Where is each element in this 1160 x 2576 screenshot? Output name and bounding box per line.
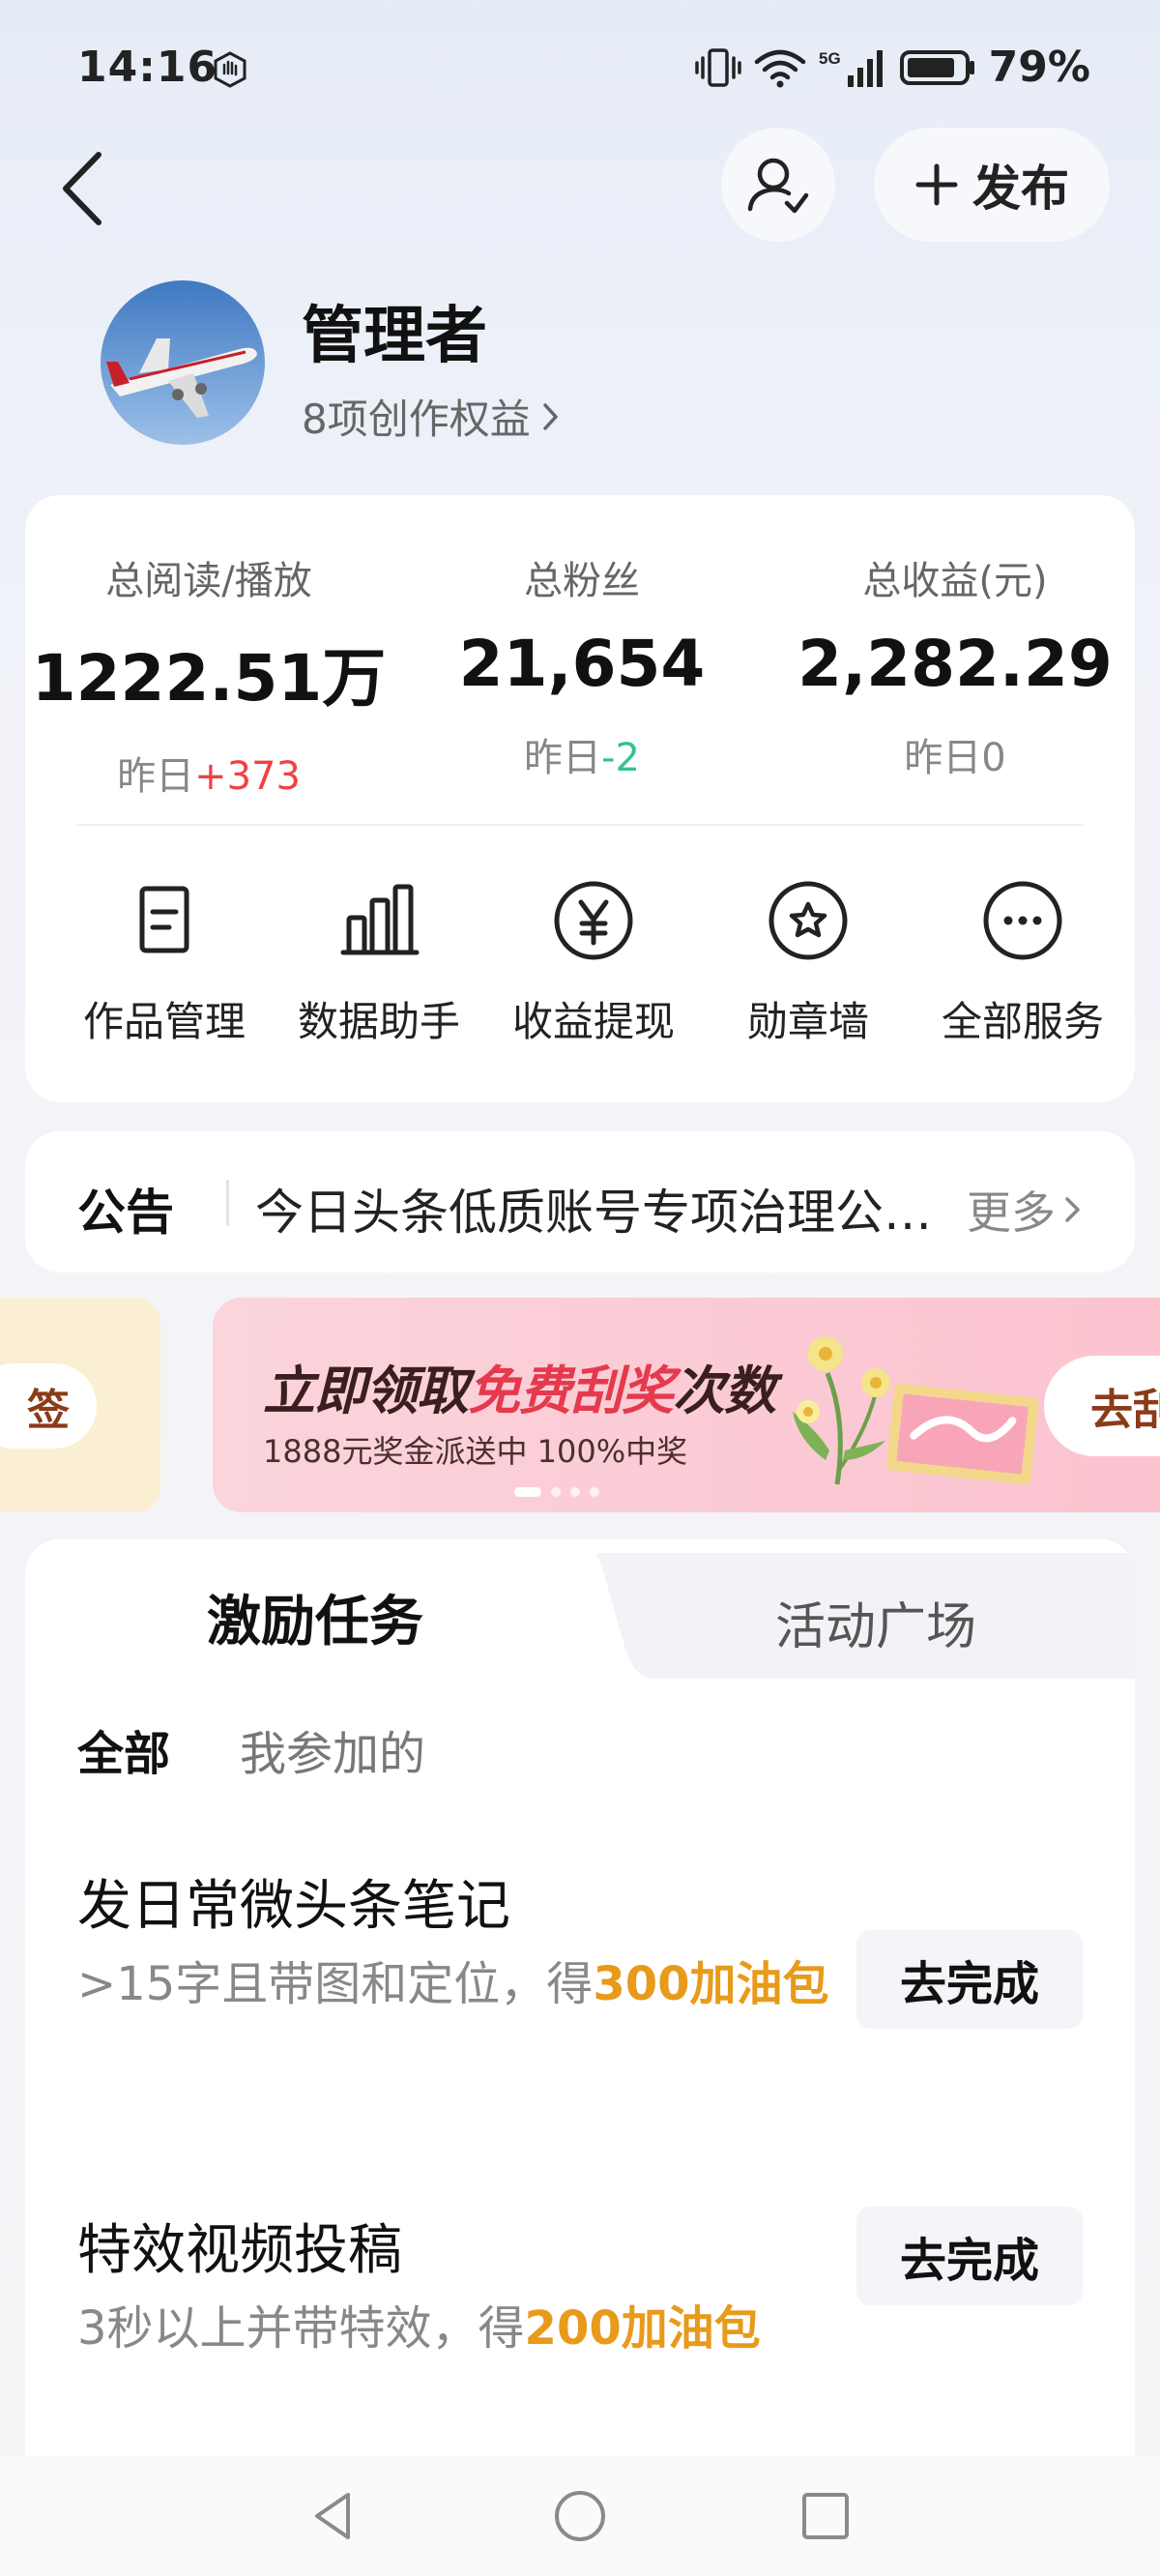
stat-change: 0 (981, 736, 1006, 780)
nav-home-icon[interactable] (549, 2485, 611, 2547)
service-all-services[interactable]: 全部服务 (916, 877, 1129, 1048)
tab-incentive-tasks[interactable]: 激励任务 (25, 1578, 605, 1656)
task-description: 3秒以上并带特效，得200加油包 (77, 2301, 761, 2356)
medal-icon (768, 881, 848, 960)
more-link[interactable]: 更多 (967, 1178, 1083, 1242)
nav-recents-icon[interactable] (795, 2485, 856, 2547)
status-bar: 14:16 5G 79% (0, 0, 1160, 135)
banner-scratch-lottery[interactable]: 立即领取免费刮奖次数 1888元奖金派送中 100%中奖 去刮 (213, 1298, 1160, 1512)
tasks-card: 激励任务 活动广场 全部 我参加的 发日常微头条笔记 >15字且带图和定位，得3… (25, 1539, 1135, 2576)
carousel-dot (551, 1487, 561, 1497)
stat-yesterday: 昨日0 (904, 736, 1006, 780)
chevron-right-icon (1065, 1197, 1080, 1222)
scratch-cta-button[interactable]: 去刮 (1044, 1356, 1160, 1456)
flower-ticket-illustration (793, 1336, 1039, 1485)
publish-button[interactable]: 发布 (874, 128, 1110, 242)
stat-reads[interactable]: 总阅读/播放 1222.51万 昨日+373 (25, 549, 392, 801)
task-reward: 300加油包 (593, 1957, 829, 2011)
stat-yesterday: 昨日+373 (117, 754, 301, 799)
service-data-assistant[interactable]: 数据助手 (273, 877, 485, 1048)
banner-highlight: 免费刮奖 (468, 1361, 674, 1421)
battery-percent: 79% (988, 43, 1090, 92)
carousel-dot (590, 1487, 599, 1497)
nav-back-icon[interactable] (304, 2485, 365, 2547)
user-check-icon (747, 158, 809, 214)
chevron-right-icon (542, 402, 558, 430)
announcement-bar[interactable]: 公告 今日头条低质账号专项治理公… 更多 (25, 1131, 1135, 1273)
more-label: 更多 (967, 1186, 1056, 1239)
announcement-text[interactable]: 今日头条低质账号专项治理公… (255, 1174, 951, 1244)
task-item: 发日常微头条笔记 >15字且带图和定位，得300加油包 去完成 (77, 1862, 1083, 2029)
stat-value: 1222.51万 (31, 641, 387, 716)
user-name: 管理者 (302, 301, 487, 372)
service-label: 作品管理 (82, 998, 246, 1045)
banner-subtitle: 1888元奖金派送中 100%中奖 (263, 1433, 688, 1470)
stats-card: 总阅读/播放 1222.51万 昨日+373 总粉丝 21,654 昨日-2 总… (25, 495, 1135, 1102)
carousel-dot-active (514, 1487, 541, 1497)
rights-text: 8项创作权益 (302, 395, 531, 443)
tab-activity-plaza[interactable]: 活动广场 (624, 1586, 1127, 1658)
divider (77, 824, 1083, 826)
service-label: 收益提现 (511, 998, 675, 1045)
stat-change-up: +373 (194, 754, 301, 799)
complete-task-button[interactable]: 去完成 (856, 1930, 1083, 2029)
stat-value: 2,282.29 (798, 627, 1113, 701)
service-label: 数据助手 (297, 998, 460, 1045)
publish-label: 发布 (972, 161, 1069, 217)
service-label: 全部服务 (941, 998, 1104, 1045)
battery-icon (899, 49, 974, 85)
svg-text:5G: 5G (819, 49, 841, 68)
stat-label: 总收益(元) (862, 559, 1048, 603)
bar-chart-icon (340, 884, 420, 955)
document-icon (139, 886, 189, 953)
plus-icon (915, 163, 958, 206)
announcement-label: 公告 (77, 1185, 174, 1241)
complete-task-button[interactable]: 去完成 (856, 2207, 1083, 2305)
task-reward: 200加油包 (524, 2301, 761, 2356)
divider (226, 1180, 229, 1226)
checkin-button[interactable]: 签 (0, 1363, 97, 1449)
system-nav-bar (0, 2456, 1160, 2576)
task-description: >15字且带图和定位，得300加油包 (77, 1957, 829, 2011)
signal-icon: 5G (819, 49, 883, 87)
filter-all[interactable]: 全部 (77, 1715, 170, 1783)
avatar[interactable] (101, 280, 265, 445)
task-title: 发日常微头条笔记 (77, 1875, 510, 1938)
hand-icon (214, 51, 246, 88)
status-time: 14:16 (77, 43, 218, 92)
stat-income[interactable]: 总收益(元) 2,282.29 昨日0 (771, 549, 1139, 782)
stat-fans[interactable]: 总粉丝 21,654 昨日-2 (398, 549, 766, 782)
status-icons: 5G 79% (694, 43, 1090, 92)
service-medal-wall[interactable]: 勋章墙 (702, 877, 914, 1048)
carousel-dots (514, 1487, 599, 1497)
airplane-avatar-image (101, 280, 265, 445)
creator-rights-link[interactable]: 8项创作权益 (302, 387, 562, 446)
task-item: 特效视频投稿 3秒以上并带特效，得200加油包 去完成 (77, 2207, 1083, 2368)
banner-title: 立即领取免费刮奖次数 (263, 1361, 776, 1421)
vibrate-icon (694, 47, 741, 87)
carousel-dot (570, 1487, 580, 1497)
filter-joined[interactable]: 我参加的 (240, 1715, 425, 1783)
service-works-management[interactable]: 作品管理 (58, 877, 271, 1048)
service-label: 勋章墙 (746, 998, 869, 1045)
yuan-icon (554, 881, 633, 960)
stat-label: 总阅读/播放 (105, 559, 312, 603)
stat-label: 总粉丝 (524, 559, 640, 603)
stat-value: 21,654 (458, 627, 706, 701)
stat-change-down: -2 (601, 736, 640, 780)
stat-yesterday: 昨日-2 (524, 736, 640, 780)
profile-verify-button[interactable] (721, 128, 835, 242)
more-icon (983, 881, 1062, 960)
chevron-left-icon[interactable] (48, 145, 116, 232)
service-withdraw[interactable]: 收益提现 (487, 877, 700, 1048)
wifi-icon (754, 49, 805, 87)
